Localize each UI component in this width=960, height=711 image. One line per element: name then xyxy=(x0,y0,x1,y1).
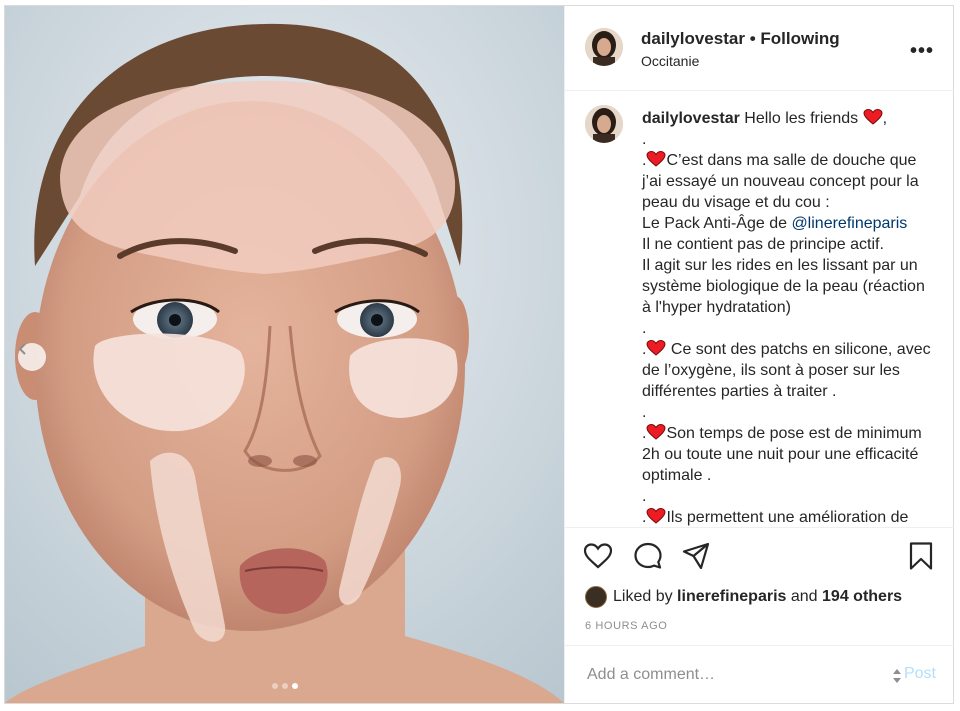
profile-photo xyxy=(585,28,623,66)
likes-others-link[interactable]: 194 others xyxy=(822,588,902,606)
comment-icon[interactable] xyxy=(633,541,663,571)
caption-paragraph: Il ne contient pas de principe actif. xyxy=(642,236,884,253)
liker-username-link[interactable]: linerefineparis xyxy=(677,588,786,606)
caption-dot: . xyxy=(642,488,647,505)
heart-emoji-icon xyxy=(863,109,883,125)
username-link[interactable]: dailylovestar xyxy=(641,29,745,48)
caption-comma: , xyxy=(882,110,888,127)
caption-paragraph: Ce sont des patchs en silicone, avec de … xyxy=(642,341,931,400)
post-photo[interactable] xyxy=(5,6,564,703)
caption-paragraph: Il agit sur les rides en les lissant par… xyxy=(642,257,925,316)
carousel-prev-button[interactable] xyxy=(18,343,46,371)
carousel-dot xyxy=(281,683,288,689)
heart-outline-icon[interactable] xyxy=(583,541,613,571)
post-sidebar: dailylovestar • Following Occitanie ••• … xyxy=(564,6,954,703)
comment-bar: Post xyxy=(565,645,954,704)
bookmark-icon[interactable] xyxy=(906,541,936,571)
post-card: dailylovestar • Following Occitanie ••• … xyxy=(4,5,954,704)
caption-paragraph: Son temps de pose est de minimum 2h ou t… xyxy=(642,425,922,484)
face-mask-photo xyxy=(5,6,564,703)
following-button[interactable]: Following xyxy=(760,29,839,48)
caption-text: dailylovestar Hello les friends , . . C’e… xyxy=(642,108,934,527)
location-link[interactable]: Occitanie xyxy=(641,53,699,69)
caption-paragraph: C’est dans ma salle de douche que j’ai e… xyxy=(642,152,919,211)
header-username[interactable]: dailylovestar • Following xyxy=(641,29,840,49)
caption-paragraph: Ils permettent une amélioration de xyxy=(666,509,909,526)
profile-photo xyxy=(585,105,623,143)
caption-username[interactable]: dailylovestar xyxy=(642,110,740,127)
heart-emoji-icon xyxy=(646,508,666,524)
avatar[interactable] xyxy=(585,28,623,66)
chevron-left-icon xyxy=(18,343,26,355)
carousel-dot xyxy=(271,683,278,689)
separator: • xyxy=(749,29,756,48)
caption-dot: . xyxy=(642,320,647,337)
carousel-indicator xyxy=(5,683,564,689)
post-comment-button[interactable]: Post xyxy=(904,665,936,683)
caption-dot: . xyxy=(642,404,647,421)
liker-avatar[interactable] xyxy=(585,586,607,608)
caption-section: dailylovestar Hello les friends , . . C’e… xyxy=(565,91,954,527)
caption-paragraph: Le Pack Anti-Âge de xyxy=(642,215,792,232)
caption-dot: . xyxy=(642,131,647,148)
send-icon[interactable] xyxy=(681,541,711,571)
resize-handle-icon xyxy=(893,669,901,683)
heart-emoji-icon xyxy=(646,424,666,440)
heart-emoji-icon xyxy=(646,151,666,167)
carousel-dot-active xyxy=(291,683,298,689)
avatar[interactable] xyxy=(585,105,623,143)
likes-summary: Liked by linerefineparis and 194 others xyxy=(585,586,902,608)
caption-intro: Hello les friends xyxy=(744,110,859,127)
likes-prefix: Liked by xyxy=(613,588,673,605)
action-bar: Liked by linerefineparis and 194 others … xyxy=(565,527,954,646)
post-header: dailylovestar • Following Occitanie ••• xyxy=(565,6,954,91)
comment-input[interactable] xyxy=(585,662,879,688)
heart-emoji-icon xyxy=(646,340,666,356)
likes-and: and xyxy=(790,588,818,605)
more-options-icon[interactable]: ••• xyxy=(910,40,934,63)
mention-link[interactable]: @linerefineparis xyxy=(791,215,907,232)
post-timestamp[interactable]: 6 HOURS AGO xyxy=(585,620,667,632)
